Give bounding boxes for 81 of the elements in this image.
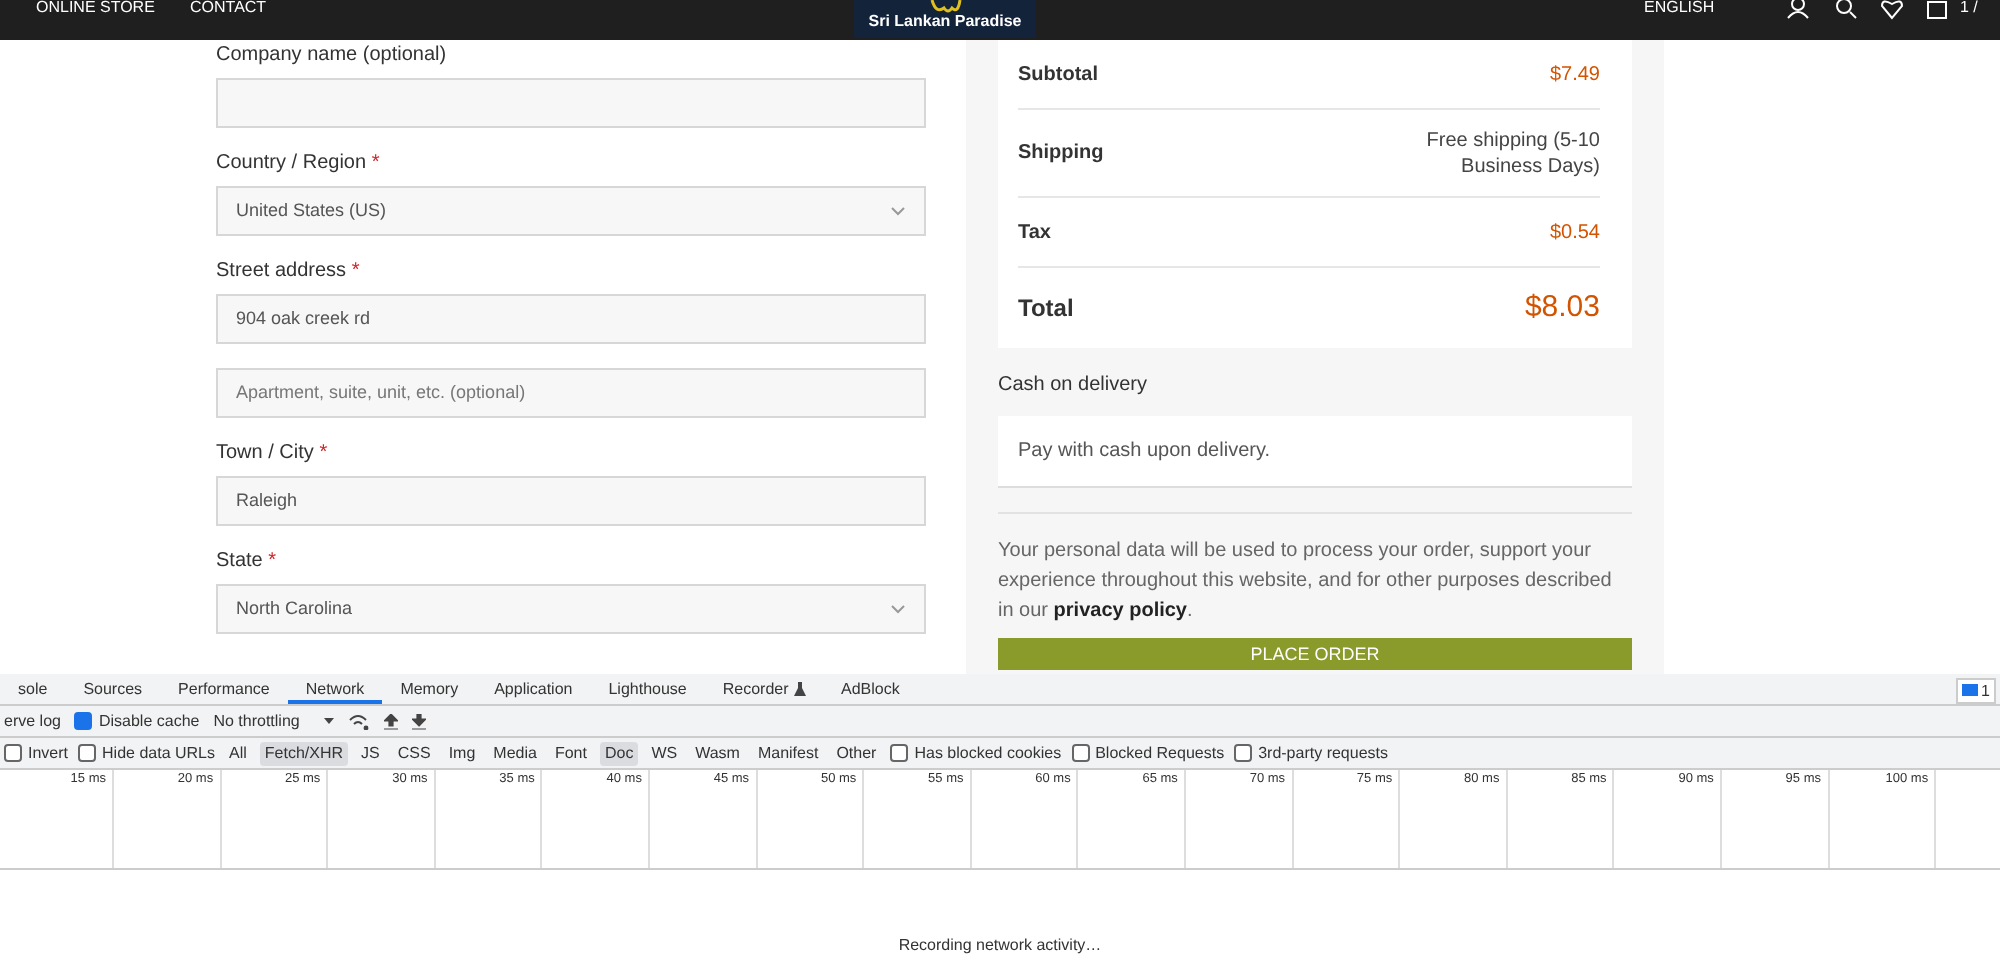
logo-icon (928, 0, 964, 14)
filter-type[interactable]: WS (647, 741, 682, 765)
logo[interactable]: Sri Lankan Paradise (854, 0, 1036, 38)
devtools-tab[interactable]: AdBlock (823, 674, 918, 704)
required-mark: * (351, 260, 360, 282)
checkbox[interactable] (890, 744, 909, 762)
devtools-tab[interactable]: Lighthouse (590, 674, 705, 704)
logo-text: Sri Lankan Paradise (868, 12, 1022, 30)
nav-link[interactable]: ONLINE STORE (36, 0, 155, 20)
checkbox-option[interactable]: Hide data URLs (78, 741, 215, 765)
checkbox-option[interactable]: Has blocked cookies (890, 741, 1062, 765)
cart-count[interactable]: 1 / (1960, 0, 1978, 20)
field-label: State * (216, 550, 279, 574)
input-field[interactable]: 904 oak creek rd (216, 294, 926, 344)
checkbox[interactable] (1071, 744, 1090, 762)
wifi-icon[interactable] (347, 713, 370, 729)
summary-label: Total (1018, 292, 1074, 326)
filter-type[interactable]: Media (489, 741, 541, 765)
required-mark: * (268, 550, 277, 572)
select-field[interactable]: North Carolina (216, 584, 926, 634)
language-selector[interactable]: ENGLISH (1644, 0, 1715, 20)
checkbox-option[interactable]: Invert (4, 741, 69, 765)
privacy-text: Your personal data will be used to process your order, support your experience throughout this website, and for other purposes described in our privacy policy. (998, 512, 1632, 626)
devtools-tab[interactable]: Recorder (704, 674, 824, 704)
summary-total: $8.03 (1524, 287, 1600, 328)
devtools-tab[interactable]: Performance (160, 674, 288, 704)
chevron-down-icon (890, 604, 906, 614)
field-label: Street address * (216, 260, 362, 284)
input-field[interactable]: Raleigh (216, 476, 926, 526)
user-icon[interactable] (1786, 0, 1810, 20)
select-field[interactable]: United States (US) (216, 186, 926, 236)
filter-type[interactable]: Img (444, 741, 480, 765)
field-label: Company name (optional) (216, 44, 449, 68)
cart-icon[interactable] (1926, 0, 1950, 20)
field-label: Country / Region * (216, 152, 382, 176)
checkbox-option[interactable]: Disable cache (74, 709, 200, 733)
filter-type[interactable]: JS (357, 741, 384, 765)
summary-label: Shipping (1018, 140, 1104, 168)
filter-type[interactable]: All (225, 741, 251, 765)
heart-icon[interactable] (1880, 0, 1904, 20)
status-text: Recording network activity… (898, 936, 1102, 954)
message-icon (1961, 684, 1978, 698)
summary-label: Subtotal (1018, 61, 1098, 89)
filter-type[interactable]: CSS (393, 741, 435, 765)
input-field[interactable]: Apartment, suite, unit, etc. (optional) (216, 368, 926, 418)
devtools-tab[interactable]: Memory (382, 674, 477, 704)
required-mark: * (371, 152, 380, 174)
filter-type[interactable]: Doc (600, 741, 638, 765)
filter-type[interactable]: Other (832, 741, 881, 765)
filter-type[interactable]: Fetch/XHR (260, 741, 348, 765)
upload-icon[interactable] (383, 713, 398, 729)
summary-value: $7.49 (1549, 61, 1600, 89)
devtools-tab[interactable]: Application (476, 674, 591, 704)
devtools-tab[interactable]: Network (287, 674, 383, 704)
filter-type[interactable]: Manifest (753, 741, 823, 765)
caret-icon (323, 718, 334, 724)
download-icon[interactable] (411, 713, 426, 729)
checkbox[interactable] (74, 712, 93, 730)
search-icon[interactable] (1834, 0, 1858, 20)
checkbox[interactable] (78, 744, 97, 762)
checkbox[interactable] (1234, 744, 1253, 762)
field-label: Town / City * (216, 442, 330, 466)
checkbox-option[interactable]: Blocked Requests (1071, 741, 1225, 765)
payment-method[interactable]: Cash on delivery (998, 370, 1632, 400)
required-mark: * (319, 442, 328, 464)
devtools-tab[interactable]: sole (0, 674, 66, 704)
filter-type[interactable]: Wasm (691, 741, 744, 765)
chevron-down-icon (890, 206, 906, 216)
preserve-log-label[interactable]: erve log (4, 709, 61, 733)
summary-value: $0.54 (1549, 219, 1600, 247)
throttling-select[interactable]: No throttling (213, 709, 334, 733)
summary-label: Tax (1018, 219, 1051, 247)
summary-value: Free shipping (5-10 Business Days) (1424, 127, 1600, 179)
nav-link[interactable]: CONTACT (190, 0, 267, 20)
input-field[interactable] (216, 78, 926, 128)
checkbox-option[interactable]: 3rd-party requests (1234, 741, 1388, 765)
devtools-tab[interactable]: Sources (65, 674, 161, 704)
checkbox[interactable] (4, 744, 22, 762)
filter-type[interactable]: Font (550, 741, 591, 765)
message-badge[interactable]: 1 (1955, 678, 1996, 704)
payment-description: Pay with cash upon delivery. (998, 416, 1632, 488)
